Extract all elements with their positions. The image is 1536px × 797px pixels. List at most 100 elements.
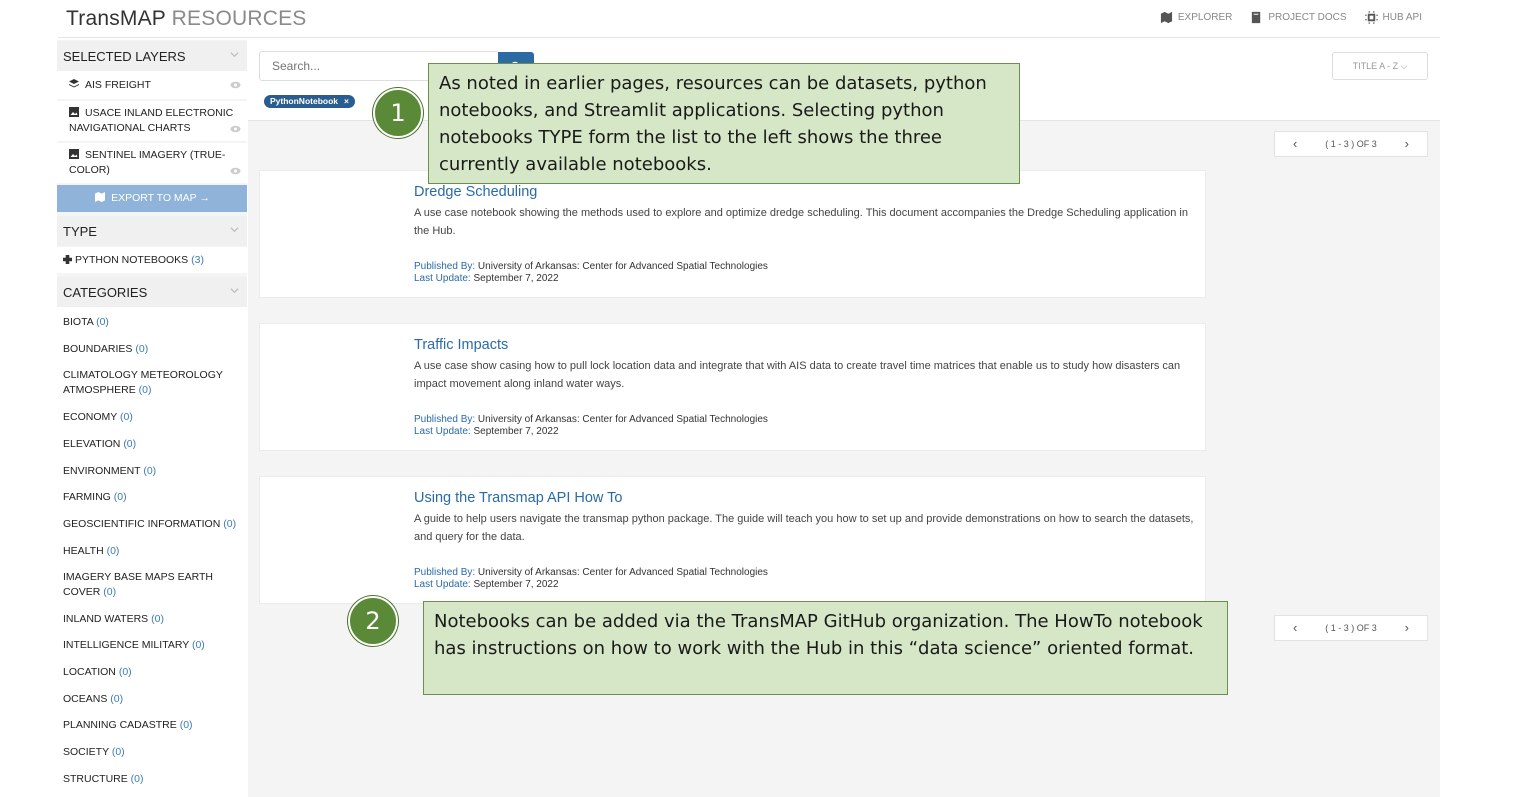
result-card[interactable]: Using the Transmap API How To A guide to…	[259, 476, 1206, 604]
result-title[interactable]: Dredge Scheduling	[414, 184, 537, 200]
category-item[interactable]: SOCIETY (0)	[63, 745, 247, 760]
category-count: (0)	[130, 773, 144, 785]
category-count: (0)	[123, 438, 137, 450]
category-item[interactable]: BOUNDARIES (0)	[63, 342, 247, 357]
visibility-icon[interactable]	[230, 125, 241, 133]
top-header: TransMAP RESOURCES EXPLORER PROJECT DOCS…	[58, 0, 1440, 38]
category-list: BIOTA (0) BOUNDARIES (0) CLIMATOLOGY MET…	[57, 307, 247, 797]
next-page-icon[interactable]: ›	[1405, 616, 1409, 640]
category-label: FARMING	[63, 491, 111, 503]
annotation-marker-1: 1	[373, 88, 423, 138]
category-count: (0)	[120, 411, 133, 423]
brand-subtitle: RESOURCES	[165, 7, 307, 30]
pagination-top: ‹ ( 1 - 3 ) OF 3 ›	[1274, 131, 1428, 157]
export-to-map-button[interactable]: EXPORT TO MAP →	[57, 185, 247, 212]
category-count: (0)	[106, 545, 120, 557]
category-label: INLAND WATERS	[63, 613, 149, 625]
visibility-icon[interactable]	[230, 81, 241, 89]
category-label: SOCIETY	[63, 746, 109, 758]
publisher: University of Arkansas: Center for Advan…	[475, 261, 768, 272]
category-count: (0)	[151, 613, 164, 625]
updated-label: Last Update:	[414, 579, 471, 590]
result-description: A guide to help users navigate the trans…	[414, 513, 1194, 543]
category-item[interactable]: HEALTH (0)	[63, 544, 247, 559]
category-label: HEALTH	[63, 545, 104, 557]
category-item[interactable]: CLIMATOLOGY METEOROLOGY ATMOSPHERE (0)	[63, 368, 228, 398]
chevron-down-icon	[230, 288, 239, 294]
close-icon[interactable]: ×	[344, 96, 349, 106]
layer-label: SENTINEL IMAGERY (TRUE-COLOR)	[69, 149, 226, 176]
result-card[interactable]: Traffic Impacts A use case show casing h…	[259, 323, 1206, 451]
category-item[interactable]: ENVIRONMENT (0)	[63, 464, 247, 479]
chevron-down-icon	[230, 52, 239, 58]
annotation-callout-2: Notebooks can be added via the TransMAP …	[423, 601, 1228, 695]
category-count: (0)	[103, 586, 117, 598]
categories-header[interactable]: CATEGORIES	[57, 277, 247, 307]
category-count: (0)	[138, 384, 152, 396]
annotation-callout-1: As noted in earlier pages, resources can…	[428, 63, 1020, 184]
updated-date: September 7, 2022	[470, 579, 559, 590]
map-icon	[1160, 11, 1172, 24]
category-count: (0)	[113, 491, 127, 503]
type-header[interactable]: TYPE	[57, 216, 247, 246]
category-item[interactable]: OCEANS (0)	[63, 692, 247, 707]
selected-layers-header[interactable]: SELECTED LAYERS	[57, 41, 247, 71]
app-logo[interactable]: TransMAP RESOURCES	[66, 7, 307, 31]
category-count: (0)	[96, 316, 109, 328]
prev-page-icon[interactable]: ‹	[1293, 132, 1297, 156]
prev-page-icon[interactable]: ‹	[1293, 616, 1297, 640]
layer-item-sentinel[interactable]: SENTINEL IMAGERY (TRUE-COLOR)	[57, 143, 247, 183]
category-item[interactable]: INTELLIGENCE MILITARY (0)	[63, 638, 247, 653]
category-label: ENVIRONMENT	[63, 465, 141, 477]
image-icon	[69, 107, 79, 117]
image-icon	[69, 149, 79, 159]
sort-dropdown[interactable]: TITLE A - Z ⌵	[1332, 52, 1428, 80]
layer-item-ais-freight[interactable]: AIS FREIGHT	[57, 71, 247, 99]
category-item[interactable]: ECONOMY (0)	[63, 410, 247, 425]
nav-hub-api[interactable]: HUB API	[1364, 11, 1422, 24]
pagination-label: ( 1 - 3 ) OF 3	[1325, 623, 1377, 633]
export-label: EXPORT TO MAP →	[111, 192, 210, 204]
category-item[interactable]: BIOTA (0)	[63, 315, 247, 330]
category-label: PLANNING CADASTRE	[63, 719, 177, 731]
category-item[interactable]: LOCATION (0)	[63, 665, 247, 680]
category-label: ECONOMY	[63, 411, 118, 423]
category-item[interactable]: INLAND WATERS (0)	[63, 612, 247, 627]
result-title[interactable]: Traffic Impacts	[414, 337, 508, 353]
layer-label: USACE INLAND ELECTRONIC NAVIGATIONAL CHA…	[69, 107, 234, 134]
next-page-icon[interactable]: ›	[1405, 132, 1409, 156]
category-count: (0)	[223, 518, 237, 530]
category-count: (0)	[191, 639, 205, 651]
category-count: (0)	[118, 666, 132, 678]
filter-chip[interactable]: PythonNotebook ×	[264, 95, 355, 108]
type-title: TYPE	[63, 224, 97, 239]
category-item[interactable]: PLANNING CADASTRE (0)	[63, 718, 247, 733]
chip-icon	[1364, 11, 1378, 24]
category-count: (0)	[143, 465, 157, 477]
category-item[interactable]: FARMING (0)	[63, 490, 247, 505]
nav-explorer-label: EXPLORER	[1177, 12, 1233, 23]
nav-project-docs-label: PROJECT DOCS	[1268, 12, 1347, 23]
category-label: INTELLIGENCE MILITARY	[63, 639, 190, 651]
selected-layers-title: SELECTED LAYERS	[63, 49, 186, 64]
annotation-marker-2: 2	[348, 596, 398, 646]
published-label: Published By:	[414, 567, 476, 578]
result-card[interactable]: Dredge Scheduling A use case notebook sh…	[259, 170, 1206, 298]
category-item[interactable]: IMAGERY BASE MAPS EARTH COVER (0)	[63, 570, 247, 600]
result-title[interactable]: Using the Transmap API How To	[414, 490, 622, 506]
publisher: University of Arkansas: Center for Advan…	[475, 567, 768, 578]
category-item[interactable]: STRUCTURE (0)	[63, 772, 247, 787]
brand-name: TransMAP	[66, 7, 166, 30]
category-item[interactable]: ELEVATION (0)	[63, 437, 247, 452]
categories-title: CATEGORIES	[63, 285, 148, 300]
nav-explorer[interactable]: EXPLORER	[1160, 11, 1232, 24]
category-item[interactable]: GEOSCIENTIFIC INFORMATION (0)	[63, 517, 247, 532]
top-nav: EXPLORER PROJECT DOCS HUB API	[1160, 11, 1422, 24]
type-item-python-notebooks[interactable]: PYTHON NOTEBOOKS (3)	[57, 247, 247, 273]
nav-project-docs[interactable]: PROJECT DOCS	[1250, 11, 1347, 24]
updated-label: Last Update:	[414, 273, 471, 284]
layer-item-usace-enc[interactable]: USACE INLAND ELECTRONIC NAVIGATIONAL CHA…	[57, 101, 247, 141]
visibility-icon[interactable]	[230, 167, 241, 175]
updated-label: Last Update:	[414, 426, 471, 437]
category-count: (0)	[135, 343, 149, 355]
